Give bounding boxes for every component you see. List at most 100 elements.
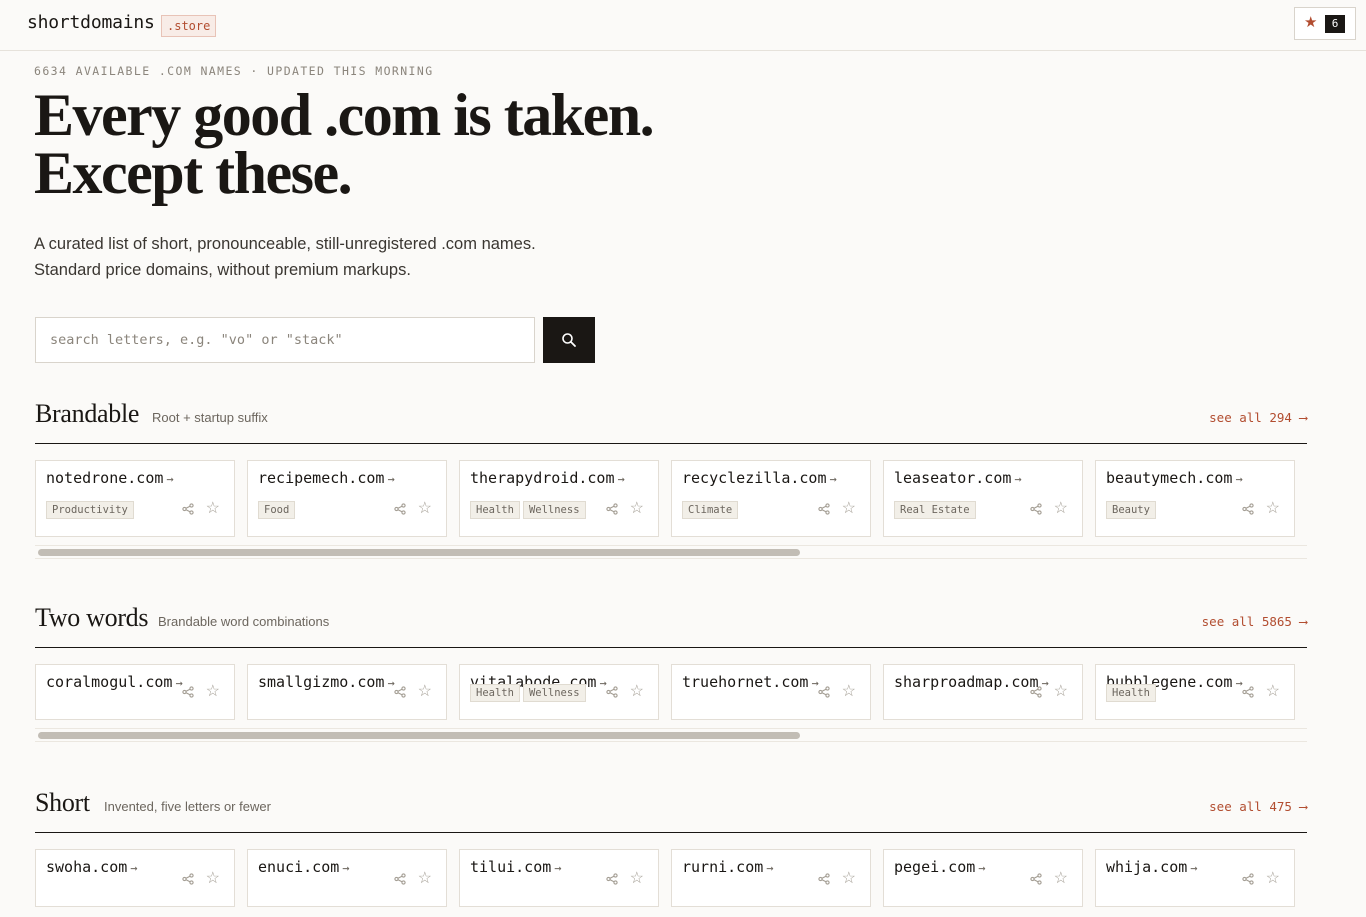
- search-button[interactable]: [543, 317, 595, 363]
- domain-name-text: coralmogul.com: [46, 673, 173, 691]
- category-tag[interactable]: Wellness: [522, 501, 586, 519]
- favorite-star-icon[interactable]: ☆: [1054, 501, 1068, 517]
- favorite-star-icon[interactable]: ☆: [630, 501, 644, 517]
- share-icon[interactable]: [606, 686, 618, 698]
- category-tag[interactable]: Health: [470, 684, 520, 702]
- domain-name-text: whija.com: [1106, 858, 1188, 876]
- category-tag[interactable]: Real Estate: [894, 501, 976, 519]
- domain-name[interactable]: whija.com →: [1106, 858, 1198, 876]
- share-icon[interactable]: [1242, 686, 1254, 698]
- domain-card[interactable]: tilui.com → ☆: [459, 849, 659, 907]
- favorite-star-icon[interactable]: ☆: [842, 501, 856, 517]
- domain-card[interactable]: pegei.com → ☆: [883, 849, 1083, 907]
- domain-card[interactable]: vitalabode.com → Health Wellness ☆: [459, 664, 659, 720]
- category-tag[interactable]: Climate: [682, 501, 739, 519]
- domain-name[interactable]: recyclezilla.com →: [682, 469, 837, 487]
- share-icon[interactable]: [182, 686, 194, 698]
- favorite-star-icon[interactable]: ☆: [206, 684, 220, 700]
- domain-card[interactable]: therapydroid.com → Health Wellness ☆: [459, 460, 659, 537]
- share-icon[interactable]: [1242, 873, 1254, 885]
- domain-name[interactable]: therapydroid.com →: [470, 469, 625, 487]
- domain-name-text: notedrone.com: [46, 469, 164, 487]
- horizontal-scrollbar[interactable]: [35, 728, 1307, 742]
- domain-name[interactable]: notedrone.com →: [46, 469, 174, 487]
- logo-text[interactable]: shortdomains: [27, 12, 155, 33]
- domain-card[interactable]: whija.com → ☆: [1095, 849, 1295, 907]
- domain-name[interactable]: truehornet.com →: [682, 673, 819, 691]
- scrollbar-thumb[interactable]: [38, 732, 800, 739]
- favorite-star-icon[interactable]: ☆: [1054, 871, 1068, 887]
- domain-name[interactable]: smallgizmo.com →: [258, 673, 395, 691]
- domain-card[interactable]: rurni.com → ☆: [671, 849, 871, 907]
- category-tag[interactable]: Food: [258, 501, 296, 519]
- share-icon[interactable]: [818, 503, 830, 515]
- tag-list: Health Wellness: [470, 683, 589, 702]
- category-tag[interactable]: Beauty: [1106, 501, 1156, 519]
- domain-name[interactable]: beautymech.com →: [1106, 469, 1243, 487]
- favorite-star-icon[interactable]: ☆: [1266, 871, 1280, 887]
- favorites-button[interactable]: ★ 6: [1294, 7, 1356, 40]
- headline-line-1: Every good .com is taken.: [34, 82, 655, 148]
- domain-card[interactable]: swoha.com → ☆: [35, 849, 235, 907]
- subtitle-line-1: A curated list of short, pronounceable, …: [34, 235, 536, 253]
- share-icon[interactable]: [1030, 873, 1042, 885]
- scrollbar-thumb[interactable]: [38, 549, 800, 556]
- share-icon[interactable]: [1242, 503, 1254, 515]
- domain-card[interactable]: enuci.com → ☆: [247, 849, 447, 907]
- domain-card[interactable]: bubblegene.com → Health ☆: [1095, 664, 1295, 720]
- favorite-star-icon[interactable]: ☆: [630, 871, 644, 887]
- share-icon[interactable]: [1030, 686, 1042, 698]
- domain-name[interactable]: pegei.com →: [894, 858, 986, 876]
- see-all-link[interactable]: see all 294 ⟶: [1209, 410, 1307, 425]
- search-input[interactable]: [35, 317, 535, 363]
- domain-card[interactable]: coralmogul.com → ☆: [35, 664, 235, 720]
- share-icon[interactable]: [182, 503, 194, 515]
- domain-card[interactable]: beautymech.com → Beauty ☆: [1095, 460, 1295, 537]
- favorite-star-icon[interactable]: ☆: [418, 501, 432, 517]
- domain-name[interactable]: tilui.com →: [470, 858, 562, 876]
- domain-name[interactable]: recipemech.com →: [258, 469, 395, 487]
- domain-card[interactable]: smallgizmo.com → ☆: [247, 664, 447, 720]
- domain-card[interactable]: truehornet.com → ☆: [671, 664, 871, 720]
- share-icon[interactable]: [394, 873, 406, 885]
- domain-name[interactable]: swoha.com →: [46, 858, 138, 876]
- favorite-star-icon[interactable]: ☆: [1266, 684, 1280, 700]
- category-tag[interactable]: Health: [470, 501, 520, 519]
- category-tag[interactable]: Wellness: [522, 684, 586, 702]
- domain-card[interactable]: notedrone.com → Productivity ☆: [35, 460, 235, 537]
- domain-card[interactable]: recipemech.com → Food ☆: [247, 460, 447, 537]
- favorite-star-icon[interactable]: ☆: [206, 871, 220, 887]
- section-title: Short: [35, 788, 90, 817]
- tag-list: Climate: [682, 500, 741, 519]
- favorite-star-icon[interactable]: ☆: [206, 501, 220, 517]
- share-icon[interactable]: [182, 873, 194, 885]
- domain-name[interactable]: enuci.com →: [258, 858, 350, 876]
- share-icon[interactable]: [1030, 503, 1042, 515]
- favorite-star-icon[interactable]: ☆: [418, 871, 432, 887]
- favorite-star-icon[interactable]: ☆: [842, 684, 856, 700]
- horizontal-scrollbar[interactable]: [35, 545, 1307, 559]
- favorite-star-icon[interactable]: ☆: [1266, 501, 1280, 517]
- domain-name[interactable]: rurni.com →: [682, 858, 774, 876]
- share-icon[interactable]: [606, 503, 618, 515]
- domain-card[interactable]: recyclezilla.com → Climate ☆: [671, 460, 871, 537]
- favorite-star-icon[interactable]: ☆: [418, 684, 432, 700]
- favorite-star-icon[interactable]: ☆: [630, 684, 644, 700]
- domain-name[interactable]: coralmogul.com →: [46, 673, 183, 691]
- favorite-star-icon[interactable]: ☆: [1054, 684, 1068, 700]
- share-icon[interactable]: [394, 686, 406, 698]
- favorite-star-icon[interactable]: ☆: [842, 871, 856, 887]
- domain-name[interactable]: sharproadmap.com →: [894, 673, 1049, 691]
- section-header: Short Invented, five letters or fewer see …: [35, 788, 1307, 833]
- share-icon[interactable]: [394, 503, 406, 515]
- share-icon[interactable]: [818, 873, 830, 885]
- domain-name[interactable]: leaseator.com →: [894, 469, 1022, 487]
- share-icon[interactable]: [818, 686, 830, 698]
- see-all-link[interactable]: see all 5865 ⟶: [1202, 614, 1307, 629]
- share-icon[interactable]: [606, 873, 618, 885]
- domain-card[interactable]: sharproadmap.com → ☆: [883, 664, 1083, 720]
- category-tag[interactable]: Health: [1106, 684, 1156, 702]
- see-all-link[interactable]: see all 475 ⟶: [1209, 799, 1307, 814]
- category-tag[interactable]: Productivity: [46, 501, 134, 519]
- domain-card[interactable]: leaseator.com → Real Estate ☆: [883, 460, 1083, 537]
